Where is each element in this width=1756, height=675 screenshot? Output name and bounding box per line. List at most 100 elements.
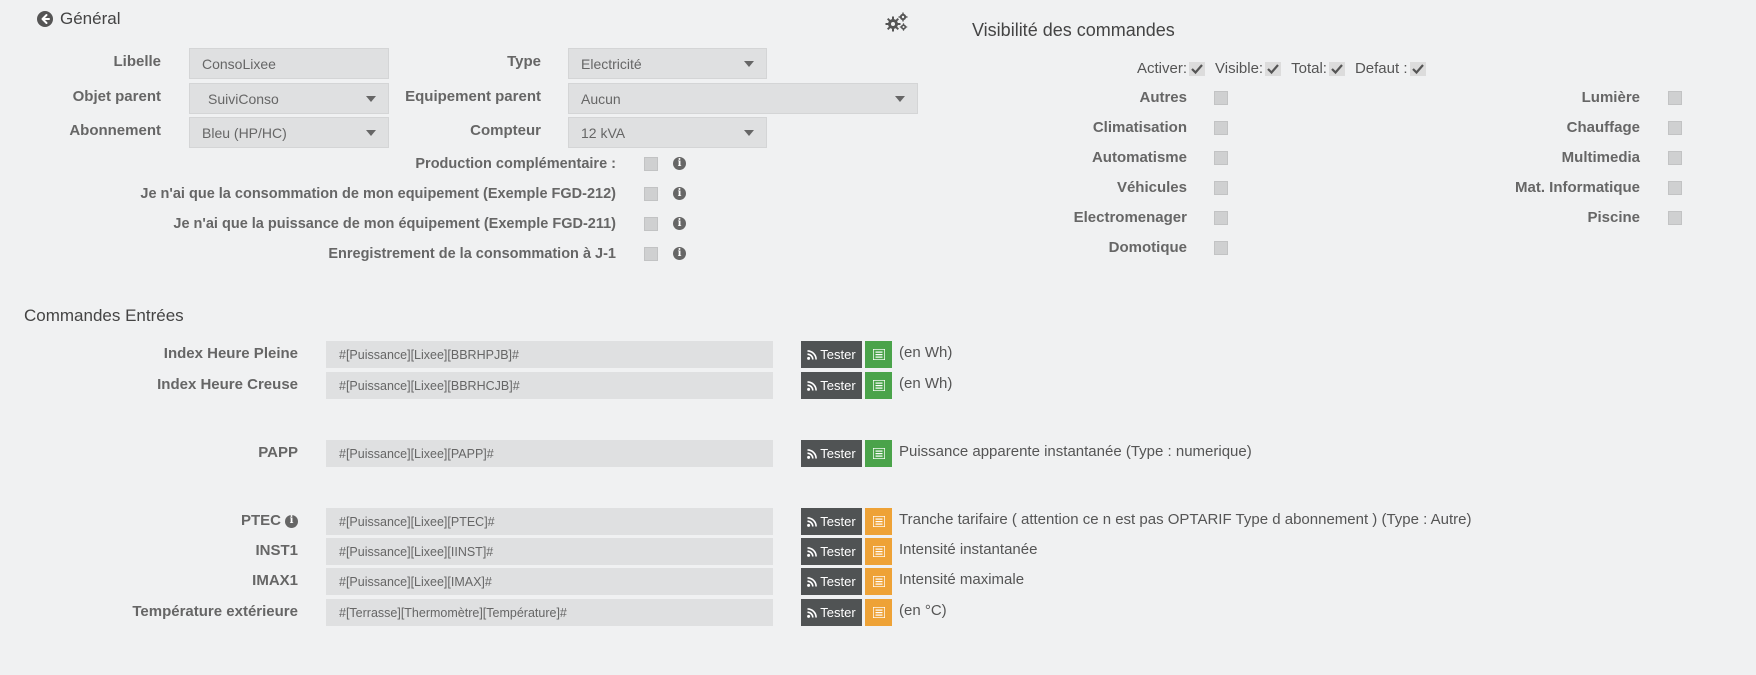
chevron-down-icon [744, 60, 754, 67]
cmd-inst1-test-button[interactable]: Tester [801, 538, 862, 565]
cmd-index-hp-history-button[interactable] [865, 341, 892, 368]
test-button-label: Tester [820, 605, 856, 620]
category-piscine-label: Piscine [1587, 209, 1640, 226]
cmd-ptec-input[interactable]: #[Puissance][Lixee][PTEC]# [326, 508, 773, 535]
test-button-label: Tester [820, 378, 856, 393]
cmd-index-hc-description: (en Wh) [899, 375, 953, 392]
cmd-index-hp-input[interactable]: #[Puissance][Lixee][BBRHPJB]# [326, 341, 773, 368]
parent-equipment-label: Equipement parent [405, 88, 541, 105]
cmd-label-text: PTEC [240, 512, 281, 529]
rss-icon [807, 380, 818, 391]
cmd-inst1-description: Intensité instantanée [899, 541, 1038, 558]
cmd-papp-history-button[interactable] [865, 440, 892, 467]
cmd-index-hc-label: Index Heure Creuse [80, 376, 298, 394]
chevron-down-icon [366, 129, 376, 136]
category-autres-checkbox[interactable] [1214, 91, 1228, 105]
cmd-label-text: IMAX1 [252, 572, 298, 589]
meter-value: 12 kVA [581, 124, 626, 141]
list-icon [872, 607, 885, 618]
option-production-checkbox[interactable] [644, 157, 658, 171]
cmd-index-hp-label: Index Heure Pleine [80, 345, 298, 363]
toggle-defaut[interactable]: Defaut : [1355, 60, 1426, 77]
option-record-j1-label: Enregistrement de la consommation à J-1 [328, 246, 616, 262]
subscription-value: Bleu (HP/HC) [202, 124, 287, 141]
toggle-total[interactable]: Total: [1291, 60, 1345, 77]
cmd-index-hc-history-button[interactable] [865, 372, 892, 399]
cmd-papp-description: Puissance apparente instantanée (Type : … [899, 443, 1252, 460]
subscription-label: Abonnement [69, 122, 161, 139]
cmd-inst1-input[interactable]: #[Puissance][Lixee][IINST]# [326, 538, 773, 565]
category-domotique-checkbox[interactable] [1214, 241, 1228, 255]
category-climatisation-label: Climatisation [1092, 119, 1187, 136]
option-power-only-checkbox[interactable] [644, 217, 658, 231]
chevron-down-icon [744, 129, 754, 136]
rss-icon [807, 607, 818, 618]
cmd-inst1-history-button[interactable] [865, 538, 892, 565]
chevron-down-icon [366, 95, 376, 102]
cmd-temp-ext-input[interactable]: #[Terrasse][Thermomètre][Température]# [326, 599, 773, 626]
cmd-temp-ext-test-button[interactable]: Tester [801, 599, 862, 626]
parent-equipment-select[interactable]: Aucun [568, 83, 918, 114]
cmd-ptec-label: PTEC i [80, 512, 298, 530]
category-vehicules-checkbox[interactable] [1214, 181, 1228, 195]
info-icon[interactable]: i [673, 247, 686, 260]
rss-icon [807, 448, 818, 459]
subscription-select[interactable]: Bleu (HP/HC) [189, 117, 389, 148]
cmd-ptec-test-button[interactable]: Tester [801, 508, 862, 535]
option-power-only-label: Je n'ai que la puissance de mon équipeme… [173, 216, 616, 232]
test-button-label: Tester [820, 514, 856, 529]
category-automatisme-label: Automatisme [1091, 149, 1187, 166]
list-icon [872, 516, 885, 527]
cmd-papp-test-button[interactable]: Tester [801, 440, 862, 467]
option-consumption-only-checkbox[interactable] [644, 187, 658, 201]
back-button[interactable]: Général [37, 9, 120, 29]
parent-object-label: Objet parent [72, 88, 161, 105]
toggle-activer[interactable]: Activer: [1137, 60, 1206, 77]
libelle-input[interactable]: ConsoLixee [189, 48, 389, 79]
test-button-label: Tester [820, 574, 856, 589]
visibility-title: Visibilité des commandes [972, 20, 1175, 40]
test-button-label: Tester [820, 446, 856, 461]
cmd-temp-ext-history-button[interactable] [865, 599, 892, 626]
cmd-papp-input[interactable]: #[Puissance][Lixee][PAPP]# [326, 440, 773, 467]
check-icon [1189, 61, 1206, 76]
category-informatique-checkbox[interactable] [1668, 181, 1682, 195]
general-title: Général [60, 9, 121, 28]
meter-label: Compteur [470, 122, 541, 139]
type-select[interactable]: Electricité [568, 48, 767, 79]
cmd-ptec-history-button[interactable] [865, 508, 892, 535]
type-value: Electricité [581, 55, 642, 72]
parent-object-select[interactable]: SuiviConso [189, 83, 389, 114]
list-icon [872, 448, 885, 459]
info-icon[interactable]: i [285, 514, 298, 528]
info-icon[interactable]: i [673, 217, 686, 230]
category-lumiere-checkbox[interactable] [1668, 91, 1682, 105]
cmd-index-hp-test-button[interactable]: Tester [801, 341, 862, 368]
category-electromenager-checkbox[interactable] [1214, 211, 1228, 225]
arrow-circle-left-icon [37, 11, 53, 27]
cmd-index-hc-test-button[interactable]: Tester [801, 372, 862, 399]
chevron-down-icon [895, 95, 905, 102]
category-multimedia-label: Multimedia [1561, 149, 1640, 166]
cmd-label-text: Température extérieure [132, 603, 298, 620]
category-lumiere-label: Lumière [1581, 89, 1640, 106]
option-consumption-only-label: Je n'ai que la consommation de mon equip… [140, 186, 616, 202]
advanced-config-button[interactable] [885, 12, 909, 37]
cmd-imax1-input[interactable]: #[Puissance][Lixee][IMAX]# [326, 568, 773, 595]
meter-select[interactable]: 12 kVA [568, 117, 767, 148]
toggle-visible[interactable]: Visible: [1215, 60, 1282, 77]
category-piscine-checkbox[interactable] [1668, 211, 1682, 225]
option-record-j1-checkbox[interactable] [644, 247, 658, 261]
info-icon[interactable]: i [673, 157, 686, 170]
category-chauffage-checkbox[interactable] [1668, 121, 1682, 135]
info-icon[interactable]: i [673, 187, 686, 200]
cmd-imax1-test-button[interactable]: Tester [801, 568, 862, 595]
category-multimedia-checkbox[interactable] [1668, 151, 1682, 165]
category-automatisme-checkbox[interactable] [1214, 151, 1228, 165]
list-icon [872, 380, 885, 391]
rss-icon [807, 516, 818, 527]
cmd-imax1-history-button[interactable] [865, 568, 892, 595]
category-climatisation-checkbox[interactable] [1214, 121, 1228, 135]
cmd-ptec-description: Tranche tarifaire ( attention ce n est p… [899, 511, 1472, 528]
cmd-index-hc-input[interactable]: #[Puissance][Lixee][BBRHCJB]# [326, 372, 773, 399]
